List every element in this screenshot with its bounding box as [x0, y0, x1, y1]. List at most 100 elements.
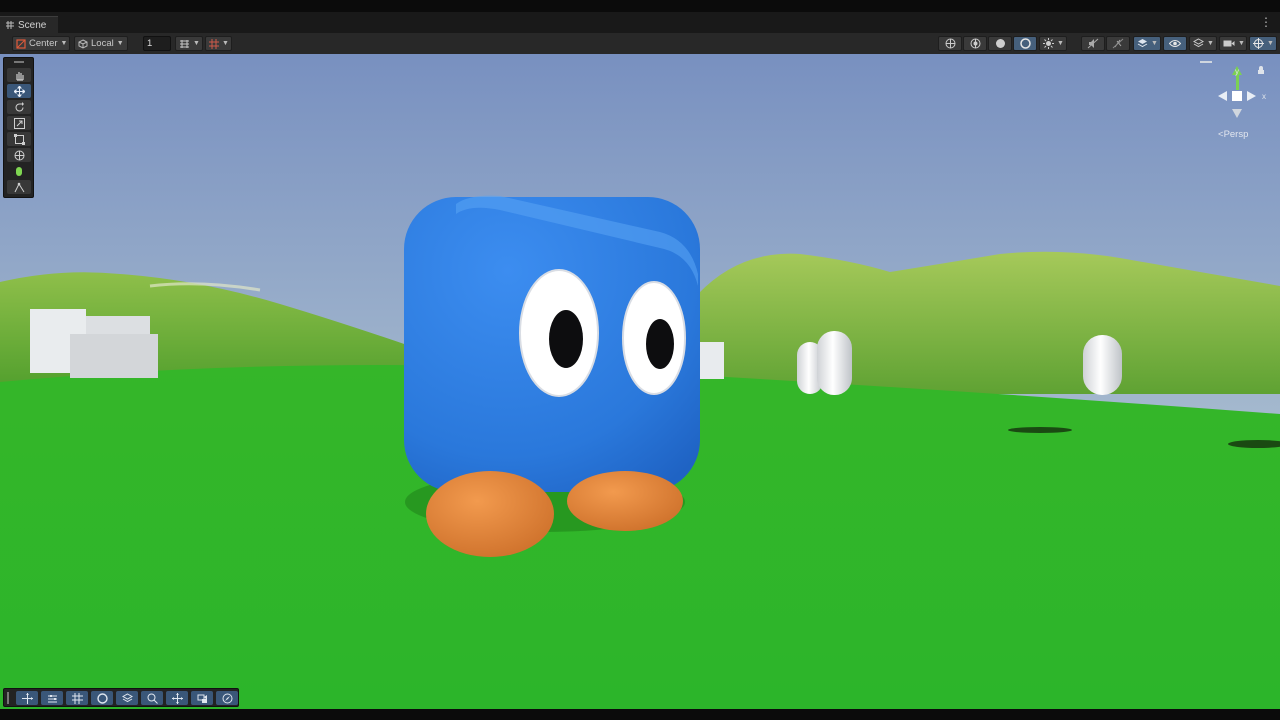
tab-bar: Scene ⋮: [0, 12, 1280, 33]
window-bottom-edge: [0, 709, 1280, 720]
visibility-toggle[interactable]: [1163, 36, 1187, 51]
rotate-tool-icon: [14, 101, 25, 113]
chevron-down-icon: ▼: [60, 40, 68, 47]
settings-button[interactable]: [41, 691, 63, 705]
shaded-icon: [995, 38, 1006, 49]
overlay-toolbar: [3, 688, 239, 707]
right-pupil: [646, 319, 674, 369]
cube-icon: [78, 38, 88, 49]
transform-tool-button[interactable]: [7, 148, 31, 162]
right-foot: [567, 471, 683, 531]
compass-button[interactable]: [216, 691, 238, 705]
layers-overlay-icon: [121, 692, 133, 704]
grid-dropdown[interactable]: ▼: [205, 36, 232, 51]
white-capsule: [817, 331, 852, 395]
gizmos-dropdown[interactable]: ▼: [1249, 36, 1277, 51]
sphere-button[interactable]: [91, 691, 113, 705]
scene-viewport[interactable]: y x: [0, 54, 1280, 709]
hand-tool-icon: [14, 70, 25, 81]
light-dropdown[interactable]: ▼: [1039, 36, 1067, 51]
wireframe-icon: [970, 38, 981, 49]
rect-tool-button[interactable]: [7, 132, 31, 146]
projection-label: Persp: [1223, 129, 1249, 140]
layers-icon: [1137, 38, 1148, 49]
white-capsule: [1083, 335, 1122, 395]
chevron-down-icon: ▼: [1151, 40, 1158, 47]
settings-icon: [47, 693, 58, 704]
globe-icon: [945, 38, 956, 49]
camera-icon: [1223, 39, 1235, 48]
layers-dropdown[interactable]: ▼: [1133, 36, 1161, 51]
chevron-down-icon: ▼: [222, 40, 229, 47]
pivot-dropdown[interactable]: Center ▼: [12, 36, 70, 51]
visibility-icon: [1169, 39, 1181, 48]
transform-tool-icon: [14, 150, 25, 161]
effects-dropdown[interactable]: ▼: [1189, 36, 1217, 51]
audio-off-icon: [1087, 38, 1099, 49]
left-foot: [426, 471, 554, 557]
grid-overlay-button[interactable]: [66, 691, 88, 705]
x-axis-label: x: [1262, 92, 1266, 101]
right-hill: [698, 251, 1280, 394]
overlay-grip-icon[interactable]: [7, 692, 9, 704]
pivot-label: Center: [29, 38, 58, 49]
snap-dropdown[interactable]: ▼: [175, 36, 203, 51]
rotate-tool-button[interactable]: [7, 100, 31, 114]
fx-toggle[interactable]: [1106, 36, 1130, 51]
scale-tool-button[interactable]: [7, 116, 31, 130]
move-overlay-button[interactable]: [166, 691, 188, 705]
panel-grip-icon[interactable]: [14, 61, 24, 63]
ground-shadow: [1008, 427, 1072, 433]
grid-size-field[interactable]: 1: [143, 36, 171, 51]
gizmos-icon: [1253, 38, 1264, 49]
left-pupil: [549, 310, 583, 368]
probe-tool-icon: [14, 182, 25, 193]
drag-handle-icon: [1200, 61, 1212, 63]
chevron-down-icon: ▼: [1057, 40, 1064, 47]
camera-overlay-button[interactable]: [191, 691, 213, 705]
sphere-icon: [96, 692, 108, 704]
layers-overlay-button[interactable]: [116, 691, 138, 705]
effects-icon: [1193, 38, 1204, 49]
wireframe-button[interactable]: [963, 36, 987, 51]
probe-tool-button[interactable]: [7, 180, 31, 194]
unlit-button[interactable]: [1013, 36, 1037, 51]
move-overlay-icon: [171, 692, 183, 704]
compass-icon: [222, 693, 233, 704]
rect-tool-icon: [13, 133, 25, 145]
camera-dropdown[interactable]: ▼: [1219, 36, 1247, 51]
tab-label: Scene: [18, 19, 47, 31]
globe-button[interactable]: [938, 36, 962, 51]
move-tool-icon: [13, 85, 25, 97]
projection-toggle[interactable]: <Persp: [1218, 129, 1248, 140]
y-axis-line: [1236, 74, 1239, 90]
chevron-down-icon: ▼: [193, 40, 200, 47]
chevron-down-icon: ▼: [116, 40, 124, 47]
snap-icon: [179, 39, 190, 49]
chevron-down-icon: ▼: [1267, 40, 1274, 47]
move-tool-button[interactable]: [7, 84, 31, 98]
search-icon: [147, 693, 158, 704]
shaded-button[interactable]: [988, 36, 1012, 51]
search-button[interactable]: [141, 691, 163, 705]
custom-tool-icon: [15, 166, 23, 177]
window-top-edge: [0, 0, 1280, 12]
space-label: Local: [91, 38, 114, 49]
scale-tool-icon: [13, 117, 25, 129]
white-block: [70, 334, 158, 378]
custom-tool-button[interactable]: [7, 164, 31, 178]
tools-panel: [3, 57, 34, 198]
hand-tool-button[interactable]: [7, 68, 31, 82]
space-dropdown[interactable]: Local ▼: [74, 36, 128, 51]
audio-toggle[interactable]: [1081, 36, 1105, 51]
light-icon: [1043, 38, 1054, 49]
scene-toolbar: Center ▼ Local ▼ 1 ▼ ▼ ▼ ▼ ▼ ▼ ▼: [0, 33, 1280, 55]
tab-scene[interactable]: Scene: [0, 16, 58, 33]
orient-button[interactable]: [16, 691, 38, 705]
camera-overlay-icon: [197, 693, 208, 704]
more-menu-icon[interactable]: ⋮: [1260, 16, 1272, 28]
chevron-down-icon: ▼: [1207, 40, 1214, 47]
white-block: [700, 342, 724, 379]
scene-render: y x: [0, 54, 1280, 709]
chevron-down-icon: ▼: [1238, 40, 1245, 47]
